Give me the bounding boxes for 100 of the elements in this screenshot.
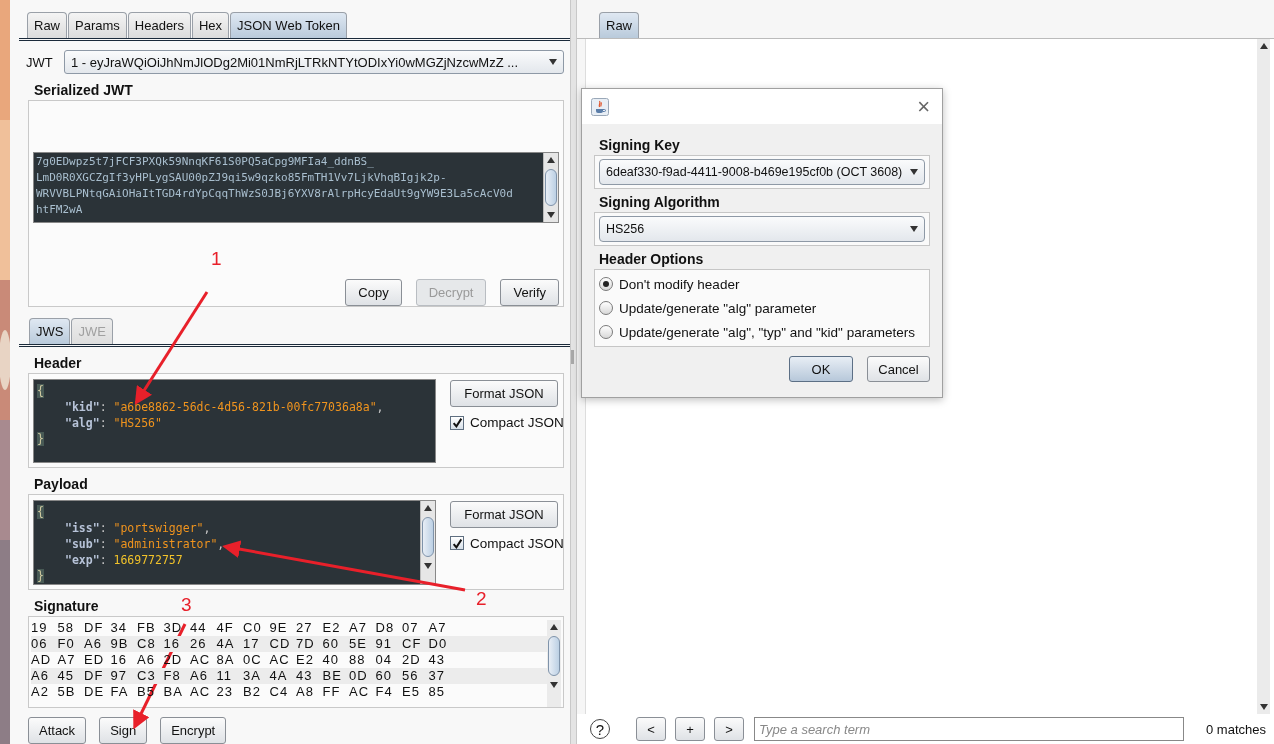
radio-button[interactable]	[599, 277, 613, 291]
hex-cell-text: 3D	[163, 619, 184, 636]
hex-cell-text: A6	[31, 667, 50, 684]
hex-cell-text: 0D	[349, 667, 369, 684]
field-label: Signing Key	[599, 137, 681, 153]
hex-cell-text: 26	[190, 635, 208, 652]
close-icon[interactable]: ×	[917, 95, 930, 118]
hex-cell-text: BE	[322, 667, 343, 684]
field-label: Header Options	[599, 251, 705, 267]
hex-cell-text: A7	[428, 619, 448, 636]
tab[interactable]: JSON Web Token	[230, 12, 347, 38]
code-line: "iss": "portswigger",	[64, 519, 211, 536]
hex-cell-text: D8	[375, 619, 396, 636]
hex-cell-text: 43	[296, 667, 314, 684]
hex-cell-text: E2	[322, 619, 342, 636]
hex-cell-text: E2	[296, 651, 315, 668]
hex-cell-text: 27	[296, 619, 314, 636]
hex-cell-text: 85	[428, 683, 446, 700]
dialog-button[interactable]: OK	[789, 356, 853, 382]
token-line: WRVVBLPNtqGAiOHaItTGD4rdYpCqqThWzS0JBj6YXV8rAlrpHcyEdaUt9gYW9E3La5cAcV0d	[36, 186, 513, 202]
hex-cell-text: 9B	[110, 635, 130, 652]
token-line: htFM2wA	[36, 202, 83, 218]
checkbox-label: Compact JSON	[470, 535, 564, 551]
radio-button[interactable]	[599, 325, 613, 339]
annotation-number: 1	[211, 248, 222, 270]
action-button[interactable]: Copy	[345, 279, 402, 306]
hex-cell-text: 16	[163, 635, 181, 652]
hex-cell-text: 4A	[269, 667, 289, 684]
algorithm-dropdown[interactable]: HS256	[599, 216, 925, 242]
tab[interactable]: Hex	[191, 12, 230, 38]
hex-cell-text: 4A	[216, 635, 236, 652]
hex-cell-text: 4F	[216, 619, 235, 636]
scroll-down-icon[interactable]	[424, 562, 432, 569]
hex-cell-text: CF	[402, 635, 423, 652]
checkbox[interactable]	[450, 415, 464, 430]
scroll-down-icon[interactable]	[1259, 704, 1268, 710]
tab[interactable]: Raw	[27, 12, 67, 38]
tab[interactable]: Headers	[127, 12, 191, 38]
code-line: "exp": 1669772757	[64, 551, 183, 568]
nav-button[interactable]: <	[636, 717, 666, 741]
scroll-up-icon[interactable]	[547, 157, 555, 163]
action-button[interactable]: Sign	[99, 717, 148, 744]
hex-cell-text: A6	[190, 667, 209, 684]
format-json-button[interactable]: Format JSON	[450, 380, 558, 407]
scrollbar[interactable]	[1257, 39, 1270, 714]
hex-cell-text: A7	[349, 619, 368, 636]
dialog-button[interactable]: Cancel	[867, 356, 930, 382]
radio-label: Update/generate "alg", "typ" and "kid" parameters	[619, 324, 915, 340]
tab[interactable]: Params	[68, 12, 127, 38]
hex-cell-text: 91	[375, 635, 393, 652]
match-count: 0 matches	[1206, 721, 1266, 737]
signing-key-dropdown[interactable]: 6deaf330-f9ad-4411-9008-b469e195cf0b (OCT 3608)	[599, 159, 925, 185]
hex-cell-text: 37	[428, 667, 446, 684]
section-title: Signature	[34, 597, 99, 614]
hex-cell-text: 60	[322, 635, 340, 652]
hex-cell-text: 56	[402, 667, 420, 684]
token-line: LmD0R0XGCZgIf3yHPLygSAU00pZJ9qi5w9qzko85FmTH1Vv7LjkVhqBIgjk2p-	[36, 170, 447, 186]
radio-label: Update/generate "alg" parameter	[619, 300, 817, 316]
hex-cell-text: 19	[31, 619, 49, 636]
scroll-up-icon[interactable]	[1259, 43, 1268, 49]
scrollbar[interactable]	[420, 500, 435, 584]
hex-cell-text: 5E	[349, 635, 368, 652]
jwt-dropdown[interactable]: 1 - eyJraWQiOiJhNmJlODg2Mi01NmRjLTRkNTYtODIxYi0wMGZjNzcwMzZ ...	[64, 50, 564, 74]
json-editor[interactable]: { "kid": "a6be8862-56dc-4d56-821b-00fc77036a8a", "alg": "HS256" }	[33, 379, 436, 463]
scroll-up-icon[interactable]	[550, 623, 558, 630]
checkbox[interactable]	[450, 536, 464, 551]
hex-cell-text: 88	[349, 651, 367, 668]
scrollbar[interactable]	[547, 619, 561, 707]
hex-cell-text: 06	[31, 635, 49, 652]
scroll-up-icon[interactable]	[424, 504, 432, 511]
caret-icon	[910, 226, 918, 232]
tab[interactable]: Raw	[599, 12, 639, 38]
radio-button[interactable]	[599, 301, 613, 315]
caret-icon	[549, 59, 557, 65]
scroll-down-icon[interactable]	[550, 681, 558, 688]
section-title: Serialized JWT	[34, 82, 133, 98]
hex-cell-text: 7D	[296, 635, 316, 652]
action-button[interactable]: Attack	[28, 717, 87, 744]
split-handle[interactable]	[571, 350, 574, 364]
hex-cell-text: 16	[110, 651, 128, 668]
nav-button[interactable]: >	[714, 717, 744, 741]
tab[interactable]: JWS	[29, 318, 71, 344]
caret-icon	[910, 169, 918, 175]
json-editor[interactable]: { "iss": "portswigger", "sub": "administrator", "exp": 1669772757 }	[33, 499, 436, 585]
nav-button[interactable]: +	[675, 717, 705, 741]
action-button[interactable]: Verify	[500, 279, 559, 306]
search-field[interactable]: Type a search term	[754, 717, 1184, 741]
scrollbar[interactable]	[543, 153, 558, 222]
hex-cell-text: AD	[31, 651, 53, 668]
action-button[interactable]: Encrypt	[160, 717, 227, 744]
hex-cell-text: 5B	[57, 683, 77, 700]
format-json-button[interactable]: Format JSON	[450, 500, 558, 528]
hex-cell-text: DF	[84, 667, 105, 684]
hex-cell-text: 0C	[243, 651, 263, 668]
hex-cell-text: ED	[84, 651, 106, 668]
hex-cell-text: A7	[57, 651, 77, 668]
radio-label: Don't modify header	[619, 276, 740, 292]
token-text-area[interactable]: 7g0EDwpz5t7jFCF3PXQk59NnqKF61S0PQ5aCpg9MFIa4_ddnBS_ LmD0R0XGCZgIf3yHPLygSAU00pZJ9qi5w9qzko85FmTH1Vv7LjkVhqBIgjk2p- WRVVBLPNtqGAiOHaItTGD4rdYpCqqThWzS0JBj6YXV8rAlrpHcyEdaUt9gYW9E3La5cAcV0d htFM2wA	[33, 152, 559, 223]
hex-cell-text: 97	[110, 667, 128, 684]
scroll-down-icon[interactable]	[547, 212, 555, 218]
